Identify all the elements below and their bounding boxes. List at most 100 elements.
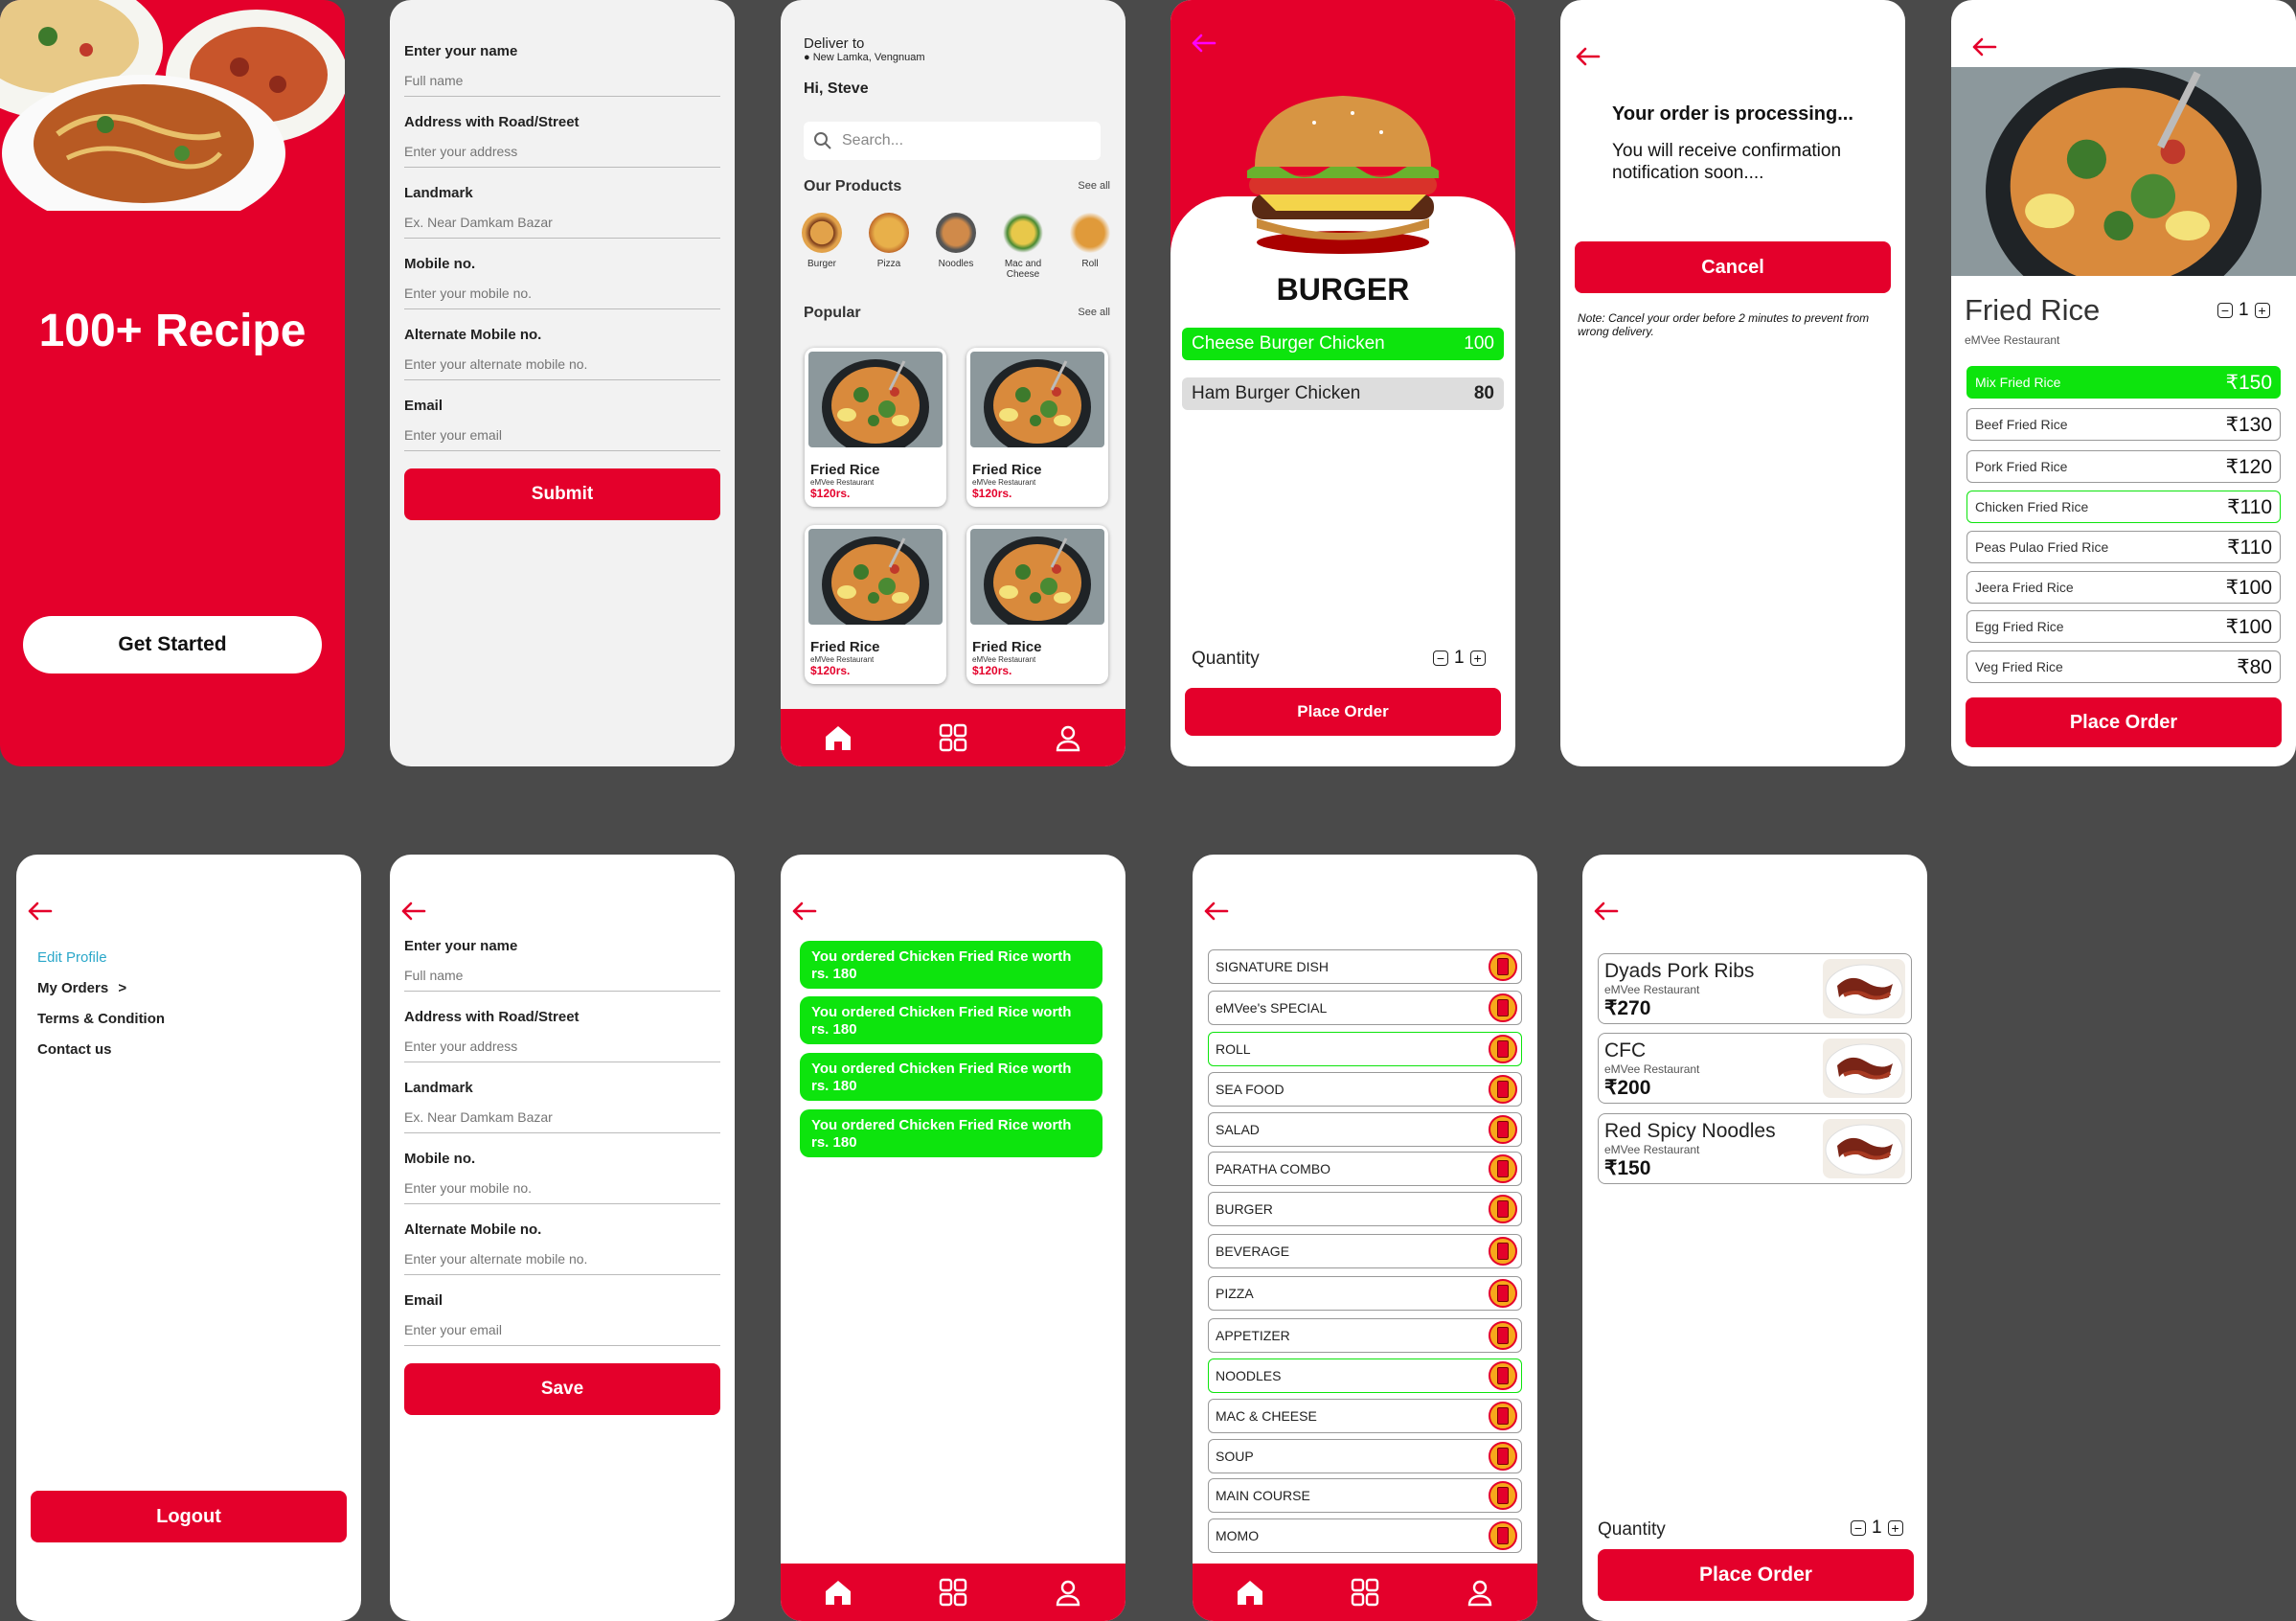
grid-icon[interactable] [1350, 1577, 1380, 1608]
category-item[interactable]: MOMO [1208, 1518, 1522, 1553]
category-item[interactable]: SALAD [1208, 1112, 1522, 1147]
user-icon[interactable] [1465, 1577, 1495, 1608]
cancel-note: Note: Cancel your order before 2 minutes… [1578, 311, 1870, 338]
alt-mobile-label: Alternate Mobile no. [404, 1221, 542, 1238]
grid-icon[interactable] [938, 1577, 968, 1608]
product-pizza[interactable]: Pizza [865, 213, 913, 280]
category-item[interactable]: MAIN COURSE [1208, 1478, 1522, 1513]
minus-icon[interactable]: − [2217, 303, 2233, 318]
home-icon[interactable] [823, 1577, 853, 1608]
back-arrow-icon[interactable] [26, 901, 53, 922]
category-item[interactable]: eMVee's SPECIAL [1208, 991, 1522, 1025]
category-item[interactable]: PIZZA [1208, 1276, 1522, 1311]
dish-item[interactable]: Dyads Pork Ribs eMVee Restaurant ₹270 [1598, 953, 1912, 1024]
rice-option[interactable]: Beef Fried Rice ₹130 [1966, 408, 2281, 441]
processing-screen: Your order is processing... You will rec… [1560, 0, 1905, 766]
category-item[interactable]: BURGER [1208, 1192, 1522, 1226]
popular-card[interactable]: Fried Rice eMVee Restaurant $120rs. [805, 348, 946, 507]
category-item[interactable]: BEVERAGE [1208, 1234, 1522, 1268]
plus-icon[interactable]: + [2254, 303, 2270, 318]
popular-card[interactable]: Fried Rice eMVee Restaurant $120rs. [966, 348, 1108, 507]
logout-button[interactable]: Logout [31, 1491, 347, 1542]
rice-option[interactable]: Pork Fried Rice ₹120 [1966, 450, 2281, 483]
see-all-popular-link[interactable]: See all [1078, 307, 1110, 318]
address-input[interactable] [404, 140, 720, 168]
submit-button[interactable]: Submit [404, 468, 720, 520]
option-cheese-burger[interactable]: Cheese Burger Chicken 100 [1182, 328, 1504, 360]
order-item[interactable]: You ordered Chicken Fried Rice worth rs.… [800, 1053, 1103, 1101]
bottom-nav [1193, 1564, 1537, 1621]
edit-profile-link[interactable]: Edit Profile [37, 943, 165, 973]
rice-option[interactable]: Veg Fried Rice ₹80 [1966, 651, 2281, 683]
product-noodles[interactable]: Noodles [932, 213, 980, 280]
contact-link[interactable]: Contact us [37, 1035, 165, 1065]
order-item[interactable]: You ordered Chicken Fried Rice worth rs.… [800, 996, 1103, 1044]
product-mac-and-cheese[interactable]: Mac and Cheese [999, 213, 1047, 280]
alt-mobile-input[interactable] [404, 1247, 720, 1275]
order-item[interactable]: You ordered Chicken Fried Rice worth rs.… [800, 1109, 1103, 1157]
rice-option[interactable]: Jeera Fried Rice ₹100 [1966, 571, 2281, 604]
category-item[interactable]: MAC & CHEESE [1208, 1399, 1522, 1433]
option-ham-burger[interactable]: Ham Burger Chicken 80 [1182, 377, 1504, 410]
order-item[interactable]: You ordered Chicken Fried Rice worth rs.… [800, 941, 1103, 989]
landmark-input[interactable] [404, 211, 720, 239]
landmark-input[interactable] [404, 1106, 720, 1133]
rice-option[interactable]: Chicken Fried Rice ₹110 [1966, 491, 2281, 523]
minus-icon[interactable]: − [1851, 1520, 1866, 1536]
category-item[interactable]: APPETIZER [1208, 1318, 1522, 1353]
email-input[interactable] [404, 423, 720, 451]
see-all-products-link[interactable]: See all [1078, 180, 1110, 192]
category-item[interactable]: PARATHA COMBO [1208, 1152, 1522, 1186]
dish-item[interactable]: CFC eMVee Restaurant ₹200 [1598, 1033, 1912, 1104]
back-arrow-icon[interactable] [1202, 901, 1229, 922]
category-item[interactable]: NOODLES [1208, 1358, 1522, 1393]
minus-icon[interactable]: − [1433, 651, 1448, 666]
place-order-button[interactable]: Place Order [1598, 1549, 1914, 1601]
terms-link[interactable]: Terms & Condition [37, 1004, 165, 1035]
name-input[interactable] [404, 964, 720, 992]
my-orders-link[interactable]: My Orders > [37, 973, 165, 1004]
mobile-input[interactable] [404, 1176, 720, 1204]
rice-option[interactable]: Egg Fried Rice ₹100 [1966, 610, 2281, 643]
product-roll[interactable]: Roll [1066, 213, 1114, 280]
name-input[interactable] [404, 69, 720, 97]
drink-icon [1489, 1279, 1517, 1308]
home-icon[interactable] [823, 722, 853, 753]
back-arrow-icon[interactable] [1574, 46, 1601, 67]
plus-icon[interactable]: + [1469, 651, 1486, 666]
get-started-button[interactable]: Get Started [23, 616, 322, 674]
category-item[interactable]: SOUP [1208, 1439, 1522, 1473]
save-button[interactable]: Save [404, 1363, 720, 1415]
back-arrow-icon[interactable] [1592, 901, 1619, 922]
location[interactable]: ● New Lamka, Vengnuam [804, 52, 925, 63]
popular-card[interactable]: Fried Rice eMVee Restaurant $120rs. [966, 525, 1108, 684]
place-order-button[interactable]: Place Order [1966, 697, 2282, 747]
plus-icon[interactable]: + [1887, 1520, 1903, 1536]
mobile-input[interactable] [404, 282, 720, 309]
email-input[interactable] [404, 1318, 720, 1346]
profile-screen: Edit Profile My Orders > Terms & Conditi… [16, 855, 361, 1621]
product-burger[interactable]: Burger [798, 213, 846, 280]
back-arrow-icon[interactable] [1190, 33, 1216, 54]
grid-icon[interactable] [938, 722, 968, 753]
cancel-button[interactable]: Cancel [1575, 241, 1891, 293]
alt-mobile-input[interactable] [404, 353, 720, 380]
category-item[interactable]: SEA FOOD [1208, 1072, 1522, 1107]
dish-item[interactable]: Red Spicy Noodles eMVee Restaurant ₹150 [1598, 1113, 1912, 1184]
search-input[interactable]: Search... [804, 122, 1101, 160]
quantity-stepper: − 1 + [2217, 300, 2270, 321]
back-arrow-icon[interactable] [399, 901, 426, 922]
back-arrow-icon[interactable] [790, 901, 817, 922]
user-icon[interactable] [1053, 722, 1083, 753]
category-item[interactable]: ROLL [1208, 1032, 1522, 1066]
user-icon[interactable] [1053, 1577, 1083, 1608]
place-order-button[interactable]: Place Order [1185, 688, 1501, 736]
popular-card[interactable]: Fried Rice eMVee Restaurant $120rs. [805, 525, 946, 684]
rice-option[interactable]: Peas Pulao Fried Rice ₹110 [1966, 531, 2281, 563]
ribs-image [1823, 1119, 1905, 1178]
home-icon[interactable] [1235, 1577, 1265, 1608]
rice-option[interactable]: Mix Fried Rice ₹150 [1966, 366, 2281, 399]
address-input[interactable] [404, 1035, 720, 1062]
category-item[interactable]: SIGNATURE DISH [1208, 949, 1522, 984]
back-arrow-icon[interactable] [1970, 36, 1997, 57]
